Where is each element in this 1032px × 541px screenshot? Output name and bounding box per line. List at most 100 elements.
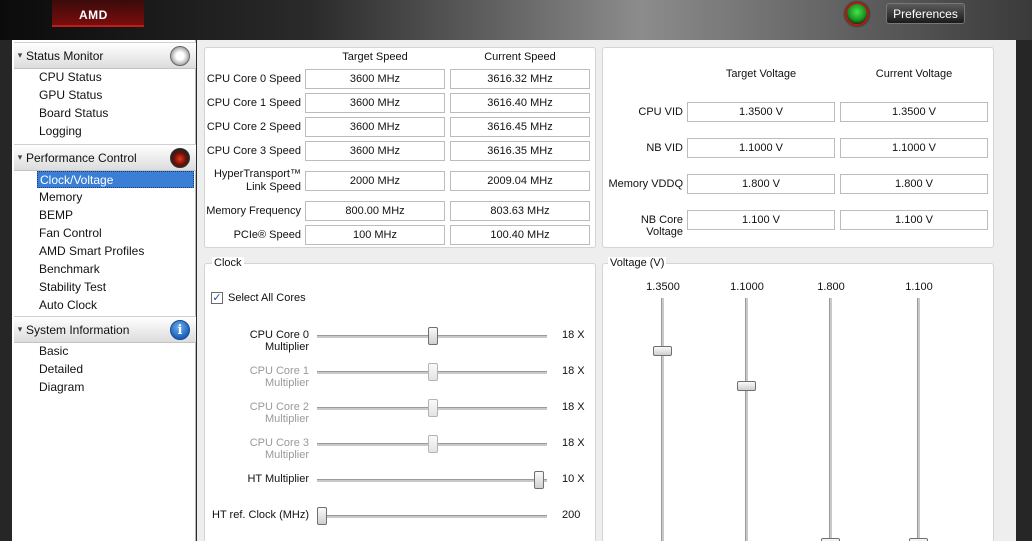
voltage-slider-value: 1.1000 — [730, 281, 764, 293]
sidebar-item-memory[interactable]: Memory — [37, 189, 194, 206]
window-frame-left — [0, 40, 12, 541]
voltage-slider-track[interactable] — [829, 298, 832, 541]
preferences-button[interactable]: Preferences — [886, 3, 965, 24]
multiplier-slider-thumb[interactable] — [428, 435, 438, 453]
current-speed-value: 3616.35 MHz — [450, 141, 590, 161]
current-voltage-value: 1.100 V — [840, 210, 988, 230]
voltage-row-label: NB Core Voltage — [640, 214, 683, 238]
sidebar-item-detailed[interactable]: Detailed — [37, 361, 194, 378]
speed-row-label-line1: HyperTransport™ — [213, 168, 301, 180]
speed-row-label: HyperTransport™ Link Speed — [205, 168, 301, 194]
multiplier-slider-thumb[interactable] — [317, 507, 327, 525]
target-voltage-header: Target Voltage — [725, 68, 797, 80]
multiplier-value: 18 X — [562, 329, 585, 341]
clock-panel: Clock ✓ Select All Cores CPU Core 0 Multipl… — [204, 257, 596, 541]
voltage-slider-track[interactable] — [661, 298, 664, 541]
voltage-row-label: Memory VDDQ — [608, 178, 683, 190]
target-speed-value: 3600 MHz — [305, 69, 445, 89]
target-speed-value: 800.00 MHz — [305, 201, 445, 221]
current-speed-value: 2009.04 MHz — [450, 171, 590, 191]
target-voltage-value: 1.1000 V — [687, 138, 835, 158]
select-all-cores-label[interactable]: Select All Cores — [228, 292, 306, 304]
window-frame-right — [1016, 40, 1032, 541]
sidebar-item-amd-smart-profiles[interactable]: AMD Smart Profiles — [37, 243, 194, 260]
target-voltage-value: 1.3500 V — [687, 102, 835, 122]
performance-icon — [170, 148, 190, 168]
sidebar-item-fan-control[interactable]: Fan Control — [37, 225, 194, 242]
current-speed-value: 100.40 MHz — [450, 225, 590, 245]
target-speed-value: 2000 MHz — [305, 171, 445, 191]
clock-group-title: Clock — [212, 257, 244, 269]
chevron-down-icon[interactable]: ▾ — [14, 324, 26, 335]
sidebar-item-stability-test[interactable]: Stability Test — [37, 279, 194, 296]
voltage-group-title: Voltage (V) — [608, 257, 667, 269]
multiplier-slider-thumb[interactable] — [428, 399, 438, 417]
multiplier-label: CPU Core 0 Multiplier — [249, 329, 309, 353]
target-speed-value: 3600 MHz — [305, 141, 445, 161]
sidebar-item-cpu-status[interactable]: CPU Status — [37, 69, 194, 86]
multiplier-slider-track[interactable] — [317, 515, 547, 518]
section-label: System Information — [26, 322, 130, 337]
sidebar-item-clock-voltage[interactable]: Clock/Voltage — [37, 171, 194, 188]
section-header-1[interactable]: ▾ Performance Control — [14, 144, 196, 171]
multiplier-label: CPU Core 3 Multiplier — [249, 437, 309, 461]
target-speed-value: 3600 MHz — [305, 117, 445, 137]
section-label: Performance Control — [26, 150, 137, 165]
target-speed-value: 100 MHz — [305, 225, 445, 245]
sidebar-item-benchmark[interactable]: Benchmark — [37, 261, 194, 278]
section-header-2[interactable]: ▾ System Information i — [14, 316, 196, 343]
multiplier-value: 18 X — [562, 437, 585, 449]
multiplier-slider-thumb[interactable] — [428, 363, 438, 381]
sidebar-item-bemp[interactable]: BEMP — [37, 207, 194, 224]
voltage-slider-track[interactable] — [917, 298, 920, 541]
sidebar-item-board-status[interactable]: Board Status — [37, 105, 194, 122]
target-speed-header: Target Speed — [342, 51, 408, 63]
title-bar: AMD Preferences — [0, 0, 1032, 40]
speed-row-label: CPU Core 1 Speed — [206, 97, 301, 109]
current-speed-value: 3616.40 MHz — [450, 93, 590, 113]
amd-logo: AMD — [52, 0, 144, 27]
sidebar-item-basic[interactable]: Basic — [37, 343, 194, 360]
current-speed-value: 803.63 MHz — [450, 201, 590, 221]
section-header-0[interactable]: ▾ Status Monitor — [14, 42, 196, 69]
select-all-cores-checkbox[interactable]: ✓ — [211, 292, 223, 304]
voltage-slider-track[interactable] — [745, 298, 748, 541]
voltage-row-label: CPU VID — [638, 106, 683, 118]
info-icon: i — [170, 320, 190, 340]
sidebar-item-gpu-status[interactable]: GPU Status — [37, 87, 194, 104]
chevron-down-icon[interactable]: ▾ — [14, 152, 26, 163]
multiplier-value: 10 X — [562, 473, 585, 485]
chevron-down-icon[interactable]: ▾ — [14, 50, 26, 61]
voltage-slider-value: 1.3500 — [646, 281, 680, 293]
logo-text: AMD — [79, 8, 108, 22]
speed-row-label: Memory Frequency — [206, 205, 301, 217]
multiplier-label: CPU Core 1 Multiplier — [249, 365, 309, 389]
sidebar-item-auto-clock[interactable]: Auto Clock — [37, 297, 194, 314]
target-voltage-value: 1.800 V — [687, 174, 835, 194]
speed-row-label: CPU Core 3 Speed — [206, 145, 301, 157]
speed-row-label: CPU Core 0 Speed — [206, 73, 301, 85]
sidebar-item-diagram[interactable]: Diagram — [37, 379, 194, 396]
target-voltage-value: 1.100 V — [687, 210, 835, 230]
multiplier-value: 18 X — [562, 365, 585, 377]
multiplier-label: HT Multiplier — [247, 473, 309, 485]
current-voltage-value: 1.3500 V — [840, 102, 988, 122]
voltage-table-panel: Target Voltage Current Voltage CPU VID 1.35… — [602, 47, 994, 248]
voltage-slider-thumb[interactable] — [737, 381, 756, 391]
multiplier-slider-thumb[interactable] — [534, 471, 544, 489]
sidebar-item-logging[interactable]: Logging — [37, 123, 194, 140]
status-light-icon — [845, 2, 869, 26]
multiplier-slider-track[interactable] — [317, 479, 547, 482]
gauge-icon — [170, 46, 190, 66]
multiplier-value: 200 — [562, 509, 581, 521]
main-content: Target Speed Current Speed CPU Core 0 Spee… — [197, 40, 1016, 541]
sidebar: ▾ Status Monitor CPU Status GPU Status Board… — [12, 40, 196, 541]
target-speed-value: 3600 MHz — [305, 93, 445, 113]
current-voltage-value: 1.1000 V — [840, 138, 988, 158]
multiplier-label: HT ref. Clock (MHz) — [212, 509, 309, 521]
voltage-slider-thumb[interactable] — [653, 346, 672, 356]
voltage-slider-value: 1.100 — [905, 281, 933, 293]
multiplier-slider-thumb[interactable] — [428, 327, 438, 345]
current-voltage-value: 1.800 V — [840, 174, 988, 194]
voltage-row-label: NB VID — [646, 142, 683, 154]
